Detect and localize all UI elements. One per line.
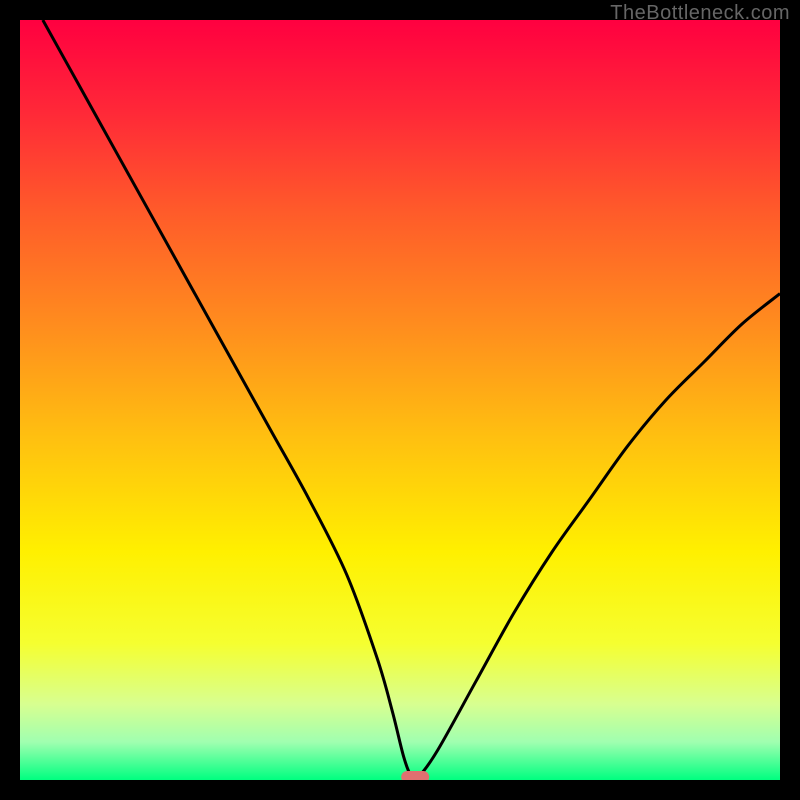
chart-frame: TheBottleneck.com	[0, 0, 800, 800]
optimal-marker	[401, 771, 429, 780]
plot-area	[20, 20, 780, 780]
bottleneck-chart	[20, 20, 780, 780]
